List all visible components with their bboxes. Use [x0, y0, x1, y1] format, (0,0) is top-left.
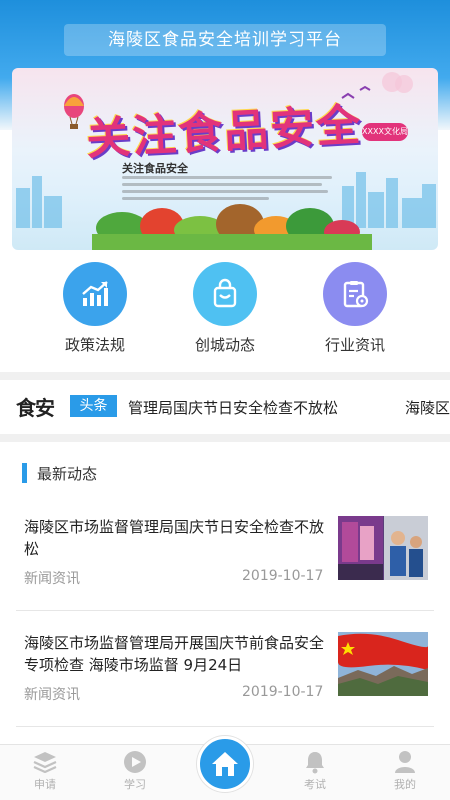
tab-study[interactable]: 学习	[100, 749, 170, 792]
news-category: 新闻资讯	[24, 687, 80, 703]
news-title[interactable]: 海陵区市场监督管理局国庆节日安全检查不放松	[24, 516, 329, 560]
news-category: 新闻资讯	[24, 571, 80, 587]
quick-nav: 政策法规 创城动态 行业资讯	[0, 262, 450, 362]
news-item[interactable]: 海陵区市场监督管理局国庆节日安全检查不放松 新闻资讯 2019-10-17	[24, 516, 428, 596]
tab-label: 我的	[394, 778, 416, 791]
news-section-header: 最新动态	[22, 462, 97, 484]
quick-nav-label: 行业资讯	[324, 336, 385, 354]
shopping-bag-icon	[193, 262, 257, 326]
ticker-next-headline[interactable]: 海陵区	[405, 397, 450, 418]
quick-nav-industry[interactable]: 行业资讯	[300, 262, 410, 355]
quick-nav-label: 创城动态	[194, 336, 255, 354]
user-icon	[370, 749, 440, 775]
inspection-photo	[338, 516, 428, 580]
headline-ticker[interactable]: 食安 头条 管理局国庆节日安全检查不放松 海陵区	[0, 382, 450, 430]
tab-label: 考试	[304, 778, 326, 791]
quick-nav-label: 政策法规	[64, 336, 125, 354]
quick-nav-city-news[interactable]: 创城动态	[170, 262, 280, 355]
news-thumbnail[interactable]	[338, 632, 428, 696]
banner-text-lines	[122, 176, 332, 204]
news-date: 2019-10-17	[242, 684, 324, 700]
tab-profile[interactable]: 我的	[370, 749, 440, 792]
home-button[interactable]	[197, 736, 253, 792]
quick-nav-policy[interactable]: 政策法规	[40, 262, 150, 355]
section-divider	[0, 434, 450, 442]
news-date: 2019-10-17	[242, 568, 324, 584]
chart-icon	[63, 262, 127, 326]
ticker-headline[interactable]: 管理局国庆节日安全检查不放松	[128, 397, 338, 418]
banner-subheading: 关注食品安全	[122, 162, 188, 175]
section-accent-bar	[22, 463, 27, 483]
layers-icon	[10, 749, 80, 775]
news-item[interactable]: 海陵区市场监督管理局开展国庆节前食品安全专项检查 海陵市场监督 9月24日 新闻…	[24, 632, 428, 712]
news-divider	[16, 726, 434, 727]
tab-apply[interactable]: 申请	[10, 749, 80, 792]
tab-label: 申请	[34, 778, 56, 791]
news-section-title: 最新动态	[37, 464, 98, 483]
section-divider	[0, 372, 450, 380]
ticker-brand: 食安	[16, 396, 55, 420]
ticker-tag: 头条	[70, 395, 117, 417]
play-icon	[100, 749, 170, 775]
tab-label: 学习	[124, 778, 146, 791]
hero-banner[interactable]: 关注食品安全 XXXX文化局 关注食品安全	[12, 68, 438, 250]
news-title[interactable]: 海陵区市场监督管理局开展国庆节前食品安全专项检查 海陵市场监督 9月24日	[24, 632, 329, 676]
home-icon	[212, 752, 238, 776]
document-settings-icon	[323, 262, 387, 326]
bell-icon	[280, 749, 350, 775]
news-thumbnail[interactable]	[338, 516, 428, 580]
news-divider	[16, 610, 434, 611]
tab-exam[interactable]: 考试	[280, 749, 350, 792]
app-title: 海陵区食品安全培训学习平台	[64, 24, 386, 56]
banner-tag: XXXX文化局	[362, 123, 408, 141]
flag-great-wall-photo	[338, 632, 428, 696]
